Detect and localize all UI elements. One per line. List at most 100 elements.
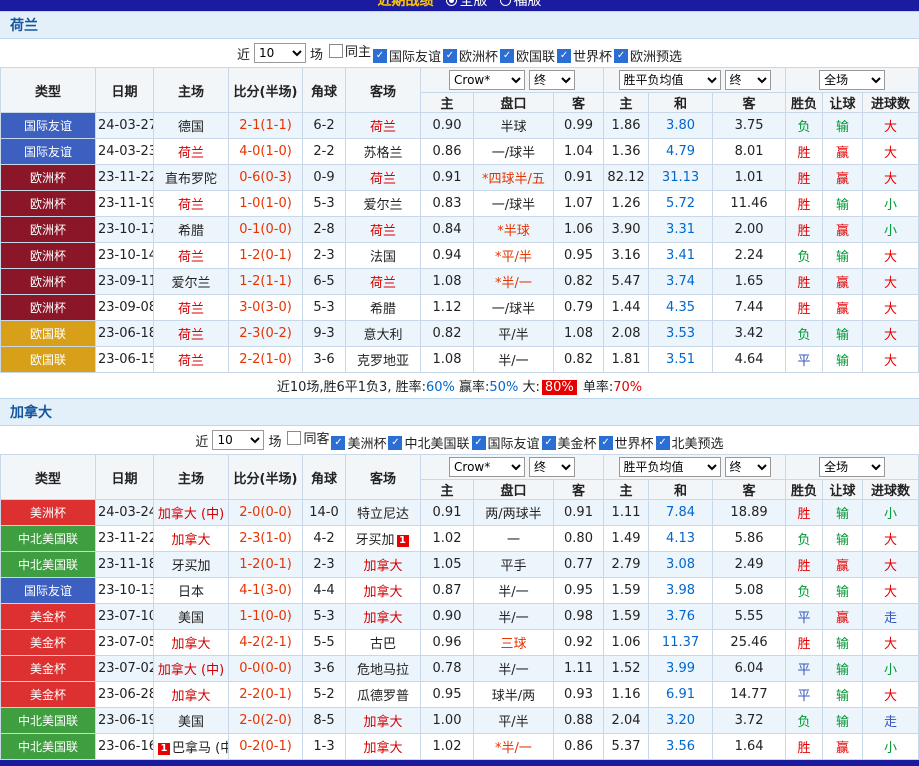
team-name-text: 荷兰 (369, 172, 396, 187)
result-cell: 胜 (785, 190, 824, 217)
filter-checkbox-label: 同客 (303, 432, 330, 447)
checkbox-checked-icon[interactable]: ✓ (388, 435, 403, 450)
filter-checkbox[interactable]: 同主 (328, 41, 371, 60)
radio-unselected-icon[interactable] (499, 0, 511, 6)
goals-result-cell: 小 (862, 190, 919, 217)
odds-company-select[interactable]: Crow* (449, 70, 526, 90)
filter-checkbox[interactable]: ✓ 北美预选 (655, 433, 724, 452)
score-cell: 2-1(1-1) (228, 112, 303, 139)
checkbox-checked-icon[interactable]: ✓ (655, 435, 670, 450)
radio-full-version[interactable]: 全版 (445, 0, 488, 10)
filter-checkbox[interactable]: ✓ 欧洲预选 (614, 46, 682, 65)
date-cell: 24-03-24 (95, 499, 154, 526)
match-row: 国际友谊 23-10-13 日本 4-1(3-0) 4-4 加拿大 0.87 半/一 0.95 1… (0, 577, 919, 604)
away-odds-cell: 0.82 (552, 268, 605, 295)
team-name-text: 加拿大 (171, 533, 211, 548)
checkbox-checked-icon[interactable]: ✓ (614, 48, 629, 63)
checkbox-checked-icon[interactable]: ✓ (372, 48, 387, 63)
filter-checkbox[interactable]: ✓ 欧洲杯 (443, 46, 498, 65)
avg-type-select[interactable]: 胜平负均值 (618, 457, 721, 477)
avg-type-select[interactable]: 胜平负均值 (618, 70, 721, 90)
red-card-badge: 1 (158, 743, 170, 755)
filter-checkbox[interactable]: ✓ 世界杯 (598, 433, 654, 452)
avg-away-cell: 11.46 (712, 190, 787, 217)
home-team-cell: 日本 (153, 577, 229, 604)
competition-filters: 同客 ✓ 美洲杯 ✓ 中北美国联 ✓ 国际友谊 ✓ 美金杯 ✓ 世界杯 ✓ 北美预选 (285, 428, 724, 452)
avg-time-select[interactable]: 终 (724, 70, 771, 90)
scope-select[interactable]: 全场 (819, 457, 886, 477)
handicap-result-cell: 输 (822, 112, 864, 139)
home-odds-cell: 1.02 (420, 525, 474, 552)
handicap-cell: 半/一 (473, 346, 554, 373)
filter-checkbox[interactable]: ✓ 中北美国联 (388, 433, 470, 452)
match-row: 国际友谊 24-03-23 荷兰 4-0(1-0) 2-2 苏格兰 0.86 一/球半 1.04… (0, 138, 919, 165)
corners-cell: 3-6 (302, 346, 346, 373)
avg-time-select[interactable]: 终 (724, 457, 771, 477)
team-name-text: 荷兰 (177, 146, 204, 161)
corners-cell: 5-3 (302, 603, 346, 630)
date-cell: 23-07-05 (95, 629, 154, 656)
filter-checkbox[interactable]: ✓ 世界杯 (557, 46, 612, 65)
team-name-text: 加拿大 (363, 611, 403, 626)
handicap-cell: 平/半 (473, 707, 554, 734)
col-header-away: 客场 (345, 67, 421, 113)
team-name-text: 古巴 (369, 637, 396, 652)
filter-checkbox-label: 世界杯 (614, 437, 654, 452)
odds-time-select[interactable]: 终 (529, 457, 576, 477)
recent-count-select[interactable]: 10 (253, 43, 306, 63)
team-name: 荷兰 (0, 11, 919, 39)
corners-cell: 2-3 (302, 242, 346, 269)
type-cell: 中北美国联 (0, 551, 96, 578)
match-row: 美洲杯 24-03-24 加拿大 (中) 2-0(0-0) 14-0 特立尼达 0.91 两/… (0, 499, 919, 526)
team-name-text: 瓜德罗普 (356, 689, 409, 704)
filter-checkbox[interactable]: ✓ 欧国联 (500, 46, 555, 65)
result-cell: 平 (785, 681, 824, 708)
away-team-cell: 苏格兰 (345, 138, 421, 165)
handicap-cell: *半球 (473, 216, 554, 243)
checkbox-checked-icon[interactable]: ✓ (541, 435, 556, 450)
match-row: 欧国联 23-06-15 荷兰 2-2(1-0) 3-6 克罗地亚 1.08 半/一 0.82 1… (0, 346, 919, 373)
checkbox-checked-icon[interactable]: ✓ (443, 48, 457, 63)
checkbox-checked-icon[interactable]: ✓ (598, 435, 613, 450)
footer-stat: 大: (518, 380, 540, 395)
team-name-text: 荷兰 (177, 354, 204, 369)
competition-filters: 同主 ✓ 国际友谊 ✓ 欧洲杯 ✓ 欧国联 ✓ 世界杯 ✓ 欧洲预选 (327, 41, 682, 65)
score-cell: 0-2(0-1) (228, 733, 303, 760)
recent-count-select[interactable]: 10 (212, 430, 265, 450)
radio-selected-icon[interactable] (445, 0, 457, 6)
filter-checkbox[interactable]: ✓ 国际友谊 (471, 433, 540, 452)
team-name-text: 荷兰 (177, 302, 204, 317)
date-cell: 23-11-19 (95, 190, 154, 217)
filter-checkbox-label: 国际友谊 (388, 50, 441, 65)
home-team-cell: 牙买加 (153, 551, 229, 578)
team-name-text: 克罗地亚 (356, 354, 409, 369)
avg-home-cell: 5.37 (603, 733, 650, 760)
home-odds-cell: 1.02 (420, 733, 474, 760)
filter-checkbox[interactable]: 同客 (287, 428, 329, 447)
team-name-text: 加拿大 (363, 585, 403, 600)
score-cell: 2-2(1-0) (228, 346, 303, 373)
odds-time-select[interactable]: 终 (529, 70, 576, 90)
away-team-cell: 荷兰 (345, 216, 421, 243)
col-header-corner: 角球 (302, 454, 346, 500)
filter-checkbox[interactable]: ✓ 美洲杯 (331, 433, 386, 452)
avg-draw-cell: 11.37 (648, 629, 714, 656)
odds-company-select[interactable]: Crow* (449, 457, 526, 477)
score-cell: 0-6(0-3) (228, 164, 303, 191)
checkbox-checked-icon[interactable]: ✓ (557, 48, 572, 63)
corners-cell: 6-5 (302, 268, 346, 295)
checkbox-checked-icon[interactable]: ✓ (500, 48, 515, 63)
sub-col-header: 进球数 (862, 92, 919, 113)
checkbox-unchecked-icon[interactable] (328, 43, 343, 58)
scope-select[interactable]: 全场 (819, 70, 886, 90)
match-row: 国际友谊 24-03-27 德国 2-1(1-1) 6-2 荷兰 0.90 半球 0.99 1.8… (0, 112, 919, 139)
handicap-cell: 一 (473, 525, 554, 552)
filter-checkbox[interactable]: ✓ 美金杯 (541, 433, 597, 452)
checkbox-checked-icon[interactable]: ✓ (471, 435, 486, 450)
checkbox-checked-icon[interactable]: ✓ (331, 435, 346, 450)
filter-checkbox[interactable]: ✓ 国际友谊 (372, 46, 441, 65)
checkbox-unchecked-icon[interactable] (287, 430, 302, 445)
radio-fu-version[interactable]: 福版 (499, 0, 542, 10)
date-cell: 23-11-18 (95, 551, 154, 578)
team-name-text: 加拿大 (171, 689, 211, 704)
